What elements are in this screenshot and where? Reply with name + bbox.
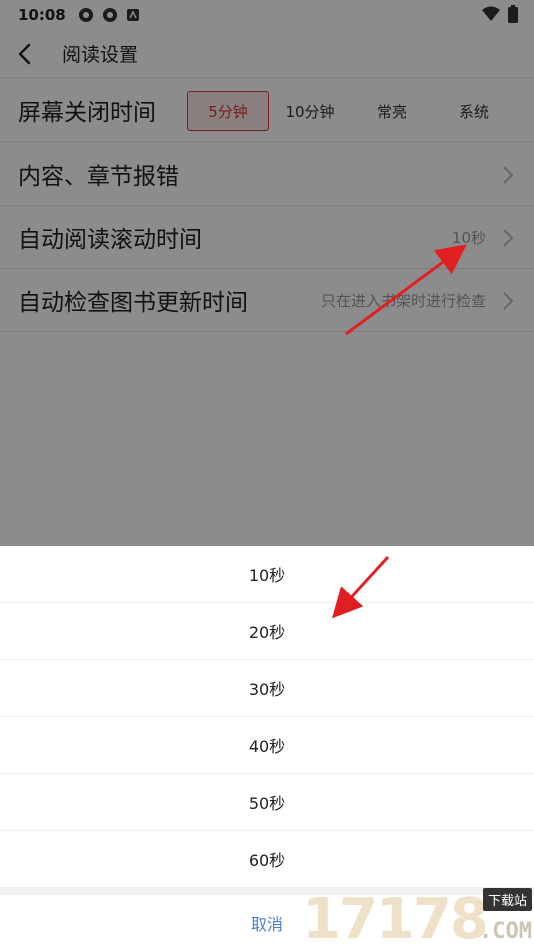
- watermark-digits: 17178: [302, 887, 489, 950]
- sheet-option-40s[interactable]: 40秒: [0, 717, 534, 774]
- sheet-option-60s[interactable]: 60秒: [0, 831, 534, 888]
- sheet-option-10s[interactable]: 10秒: [0, 546, 534, 603]
- sheet-option-20s[interactable]: 20秒: [0, 603, 534, 660]
- sheet-option-30s[interactable]: 30秒: [0, 660, 534, 717]
- watermark-badge: 下载站: [482, 888, 532, 911]
- watermark-suffix: .COM: [479, 919, 532, 944]
- site-watermark: 17178 下载站 .COM: [302, 888, 532, 948]
- sheet-option-50s[interactable]: 50秒: [0, 774, 534, 831]
